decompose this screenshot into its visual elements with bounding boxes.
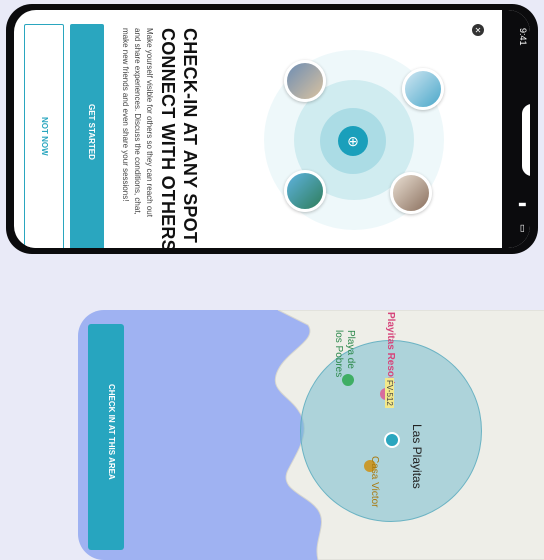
avatar-user-4 [390, 172, 432, 214]
title-line-2: CONNECT WITH OTHERS [158, 28, 178, 248]
dynamic-island [520, 102, 530, 178]
check-in-area-label: CHECK IN AT THIS AREA [107, 384, 116, 480]
label-playa-line-1: Playa de [345, 330, 356, 369]
description-text: Make yourself visible for others so they… [98, 28, 154, 248]
get-started-button[interactable]: GET STARTED [70, 24, 104, 248]
battery-icon: ▭ [518, 224, 528, 233]
avatar-user-2 [402, 68, 444, 110]
signal-icon: ▮ [518, 202, 528, 207]
body-line-2: and share experiences. Discuss the condi… [133, 28, 142, 215]
avatar-user-1 [284, 60, 326, 102]
onboarding-screen: ⊕ ✕ CHECK-IN AT ANY SPOT CONNECT WITH OT… [14, 10, 530, 248]
onboarding-phone: ⊕ ✕ CHECK-IN AT ANY SPOT CONNECT WITH OT… [6, 4, 538, 254]
status-time: 9:41 [518, 28, 528, 46]
location-plus-icon: ⊕ [338, 126, 368, 156]
label-road: FV-512 [385, 378, 394, 408]
close-icon[interactable]: ✕ [472, 24, 484, 36]
check-in-area-button[interactable]: CHECK IN AT THIS AREA [88, 324, 124, 550]
title-line-1: CHECK-IN AT ANY SPOT [180, 28, 200, 244]
label-las-playitas: Las Playitas [410, 424, 424, 489]
avatar-user-3 [284, 170, 326, 212]
get-started-label: GET STARTED [87, 104, 96, 160]
label-playa-line-2: los Pobres [333, 330, 344, 378]
page-title: CHECK-IN AT ANY SPOT CONNECT WITH OTHERS [158, 28, 200, 248]
body-line-1: Make yourself visible for others so they… [145, 28, 154, 217]
map-phone: Playitas Resort Playa de los Pobres Las … [78, 310, 544, 560]
not-now-label: NOT NOW [40, 117, 49, 156]
not-now-button[interactable]: NOT NOW [24, 24, 64, 248]
body-line-3: make new friends and even share your ses… [121, 28, 130, 202]
label-casa-victor: Casa Victor [369, 456, 380, 508]
label-playitas-resort: Playitas Resort [385, 312, 396, 385]
current-location-icon [384, 432, 400, 448]
